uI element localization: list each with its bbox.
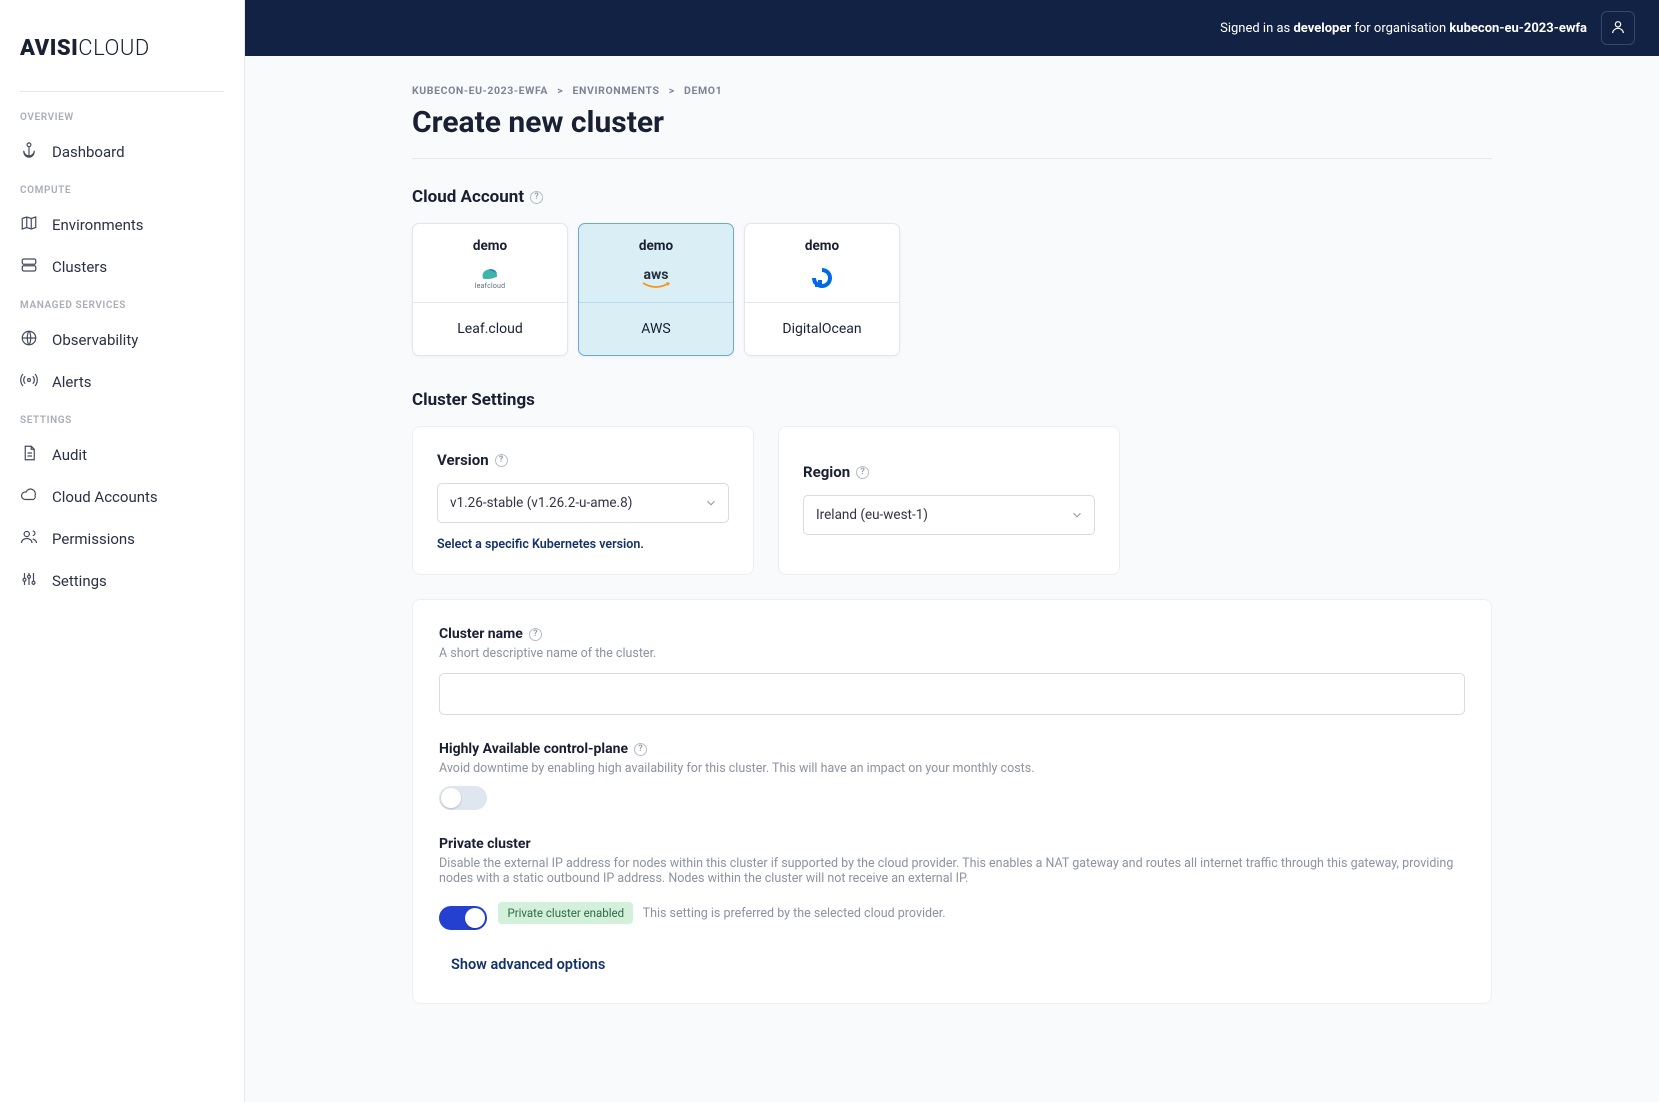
version-select[interactable]: v1.26-stable (v1.26.2-u-ame.8) [437,483,729,523]
private-enabled-badge: Private cluster enabled [498,902,633,924]
sidebar-item-environments[interactable]: Environments [20,204,224,246]
region-select[interactable]: Ireland (eu-west-1) [803,495,1095,535]
map-icon [20,214,38,236]
sidebar-item-clusters[interactable]: Clusters [20,246,224,288]
cloud-card-provider: Leaf.cloud [413,303,567,355]
sidebar-item-permissions[interactable]: Permissions [20,518,224,560]
globe-icon [20,329,38,351]
cloud-icon [20,486,38,508]
leafcloud-logo-icon: leafcloud [421,264,559,292]
help-icon[interactable]: ? [495,454,508,467]
broadcast-icon [20,371,38,393]
sidebar-item-label: Audit [52,446,87,464]
ha-desc: Avoid downtime by enabling high availabi… [439,761,1465,776]
cluster-name-desc: A short descriptive name of the cluster. [439,646,1465,661]
cluster-name-label: Cluster name ? [439,626,1465,642]
user-icon [1610,19,1626,38]
sidebar: AVISICLOUD OVERVIEW Dashboard COMPUTE En… [0,0,245,1102]
version-label: Version ? [437,451,729,469]
cluster-name-input[interactable] [439,673,1465,715]
anchor-icon [20,141,38,163]
digitalocean-logo-icon [753,264,891,292]
chevron-down-icon [1070,508,1084,522]
cloud-account-cards: demo leafcloud Leaf.cloud demo aws [412,223,1492,356]
user-menu-button[interactable] [1601,11,1635,45]
users-icon [20,528,38,550]
sidebar-group-compute: COMPUTE [20,185,224,196]
cloud-card-digitalocean[interactable]: demo DigitalOcean [744,223,900,356]
sidebar-item-label: Observability [52,331,138,349]
section-cloud-account-title: Cloud Account ? [412,187,1492,207]
sidebar-item-audit[interactable]: Audit [20,434,224,476]
breadcrumb: KUBECON-EU-2023-EWFA > ENVIRONMENTS > DE… [412,84,1492,97]
help-icon[interactable]: ? [856,466,869,479]
version-box: Version ? v1.26-stable (v1.26.2-u-ame.8)… [412,426,754,575]
private-pref-text: This setting is preferred by the selecte… [643,906,946,921]
private-desc: Disable the external IP address for node… [439,856,1465,886]
sidebar-item-dashboard[interactable]: Dashboard [20,131,224,173]
private-label: Private cluster [439,836,1465,852]
sidebar-group-settings: SETTINGS [20,415,224,426]
sidebar-item-observability[interactable]: Observability [20,319,224,361]
region-label: Region ? [803,463,1095,481]
help-icon[interactable]: ? [529,628,542,641]
cloud-card-leafcloud[interactable]: demo leafcloud Leaf.cloud [412,223,568,356]
sidebar-item-label: Cloud Accounts [52,488,158,506]
section-cluster-settings-title: Cluster Settings [412,390,1492,410]
sidebar-item-label: Permissions [52,530,135,548]
private-toggle[interactable] [439,906,487,930]
breadcrumb-org[interactable]: KUBECON-EU-2023-EWFA [412,84,548,97]
sidebar-item-settings[interactable]: Settings [20,560,224,602]
cloud-card-provider: AWS [579,303,733,355]
aws-logo-icon: aws [587,264,725,292]
sidebar-item-label: Dashboard [52,143,125,161]
help-icon[interactable]: ? [634,743,647,756]
sidebar-group-managed: MANAGED SERVICES [20,300,224,311]
server-icon [20,256,38,278]
region-box: Region ? Ireland (eu-west-1) [778,426,1120,575]
sidebar-divider [20,91,224,92]
sidebar-item-label: Environments [52,216,144,234]
select-specific-version-link[interactable]: Select a specific Kubernetes version. [437,537,729,552]
sidebar-item-alerts[interactable]: Alerts [20,361,224,403]
page-title: Create new cluster [412,105,1492,140]
show-advanced-link[interactable]: Show advanced options [439,956,1465,973]
help-icon[interactable]: ? [530,191,543,204]
file-icon [20,444,38,466]
cluster-form-box: Cluster name ? A short descriptive name … [412,599,1492,1004]
sidebar-item-cloud-accounts[interactable]: Cloud Accounts [20,476,224,518]
ha-toggle[interactable] [439,786,487,810]
header-bar: Signed in as developer for organisation … [245,0,1659,56]
sidebar-group-overview: OVERVIEW [20,112,224,123]
breadcrumb-environments[interactable]: ENVIRONMENTS [573,84,660,97]
title-divider [412,158,1492,159]
logo[interactable]: AVISICLOUD [20,24,224,91]
header-signin-text: Signed in as developer for organisation … [1220,21,1587,36]
sidebar-item-label: Settings [52,572,107,590]
sliders-icon [20,570,38,592]
cloud-card-provider: DigitalOcean [745,303,899,355]
chevron-down-icon [704,496,718,510]
breadcrumb-demo1[interactable]: DEMO1 [684,84,722,97]
sidebar-item-label: Clusters [52,258,107,276]
cloud-card-aws[interactable]: demo aws AWS [578,223,734,356]
ha-label: Highly Available control-plane ? [439,741,1465,757]
sidebar-item-label: Alerts [52,373,92,391]
